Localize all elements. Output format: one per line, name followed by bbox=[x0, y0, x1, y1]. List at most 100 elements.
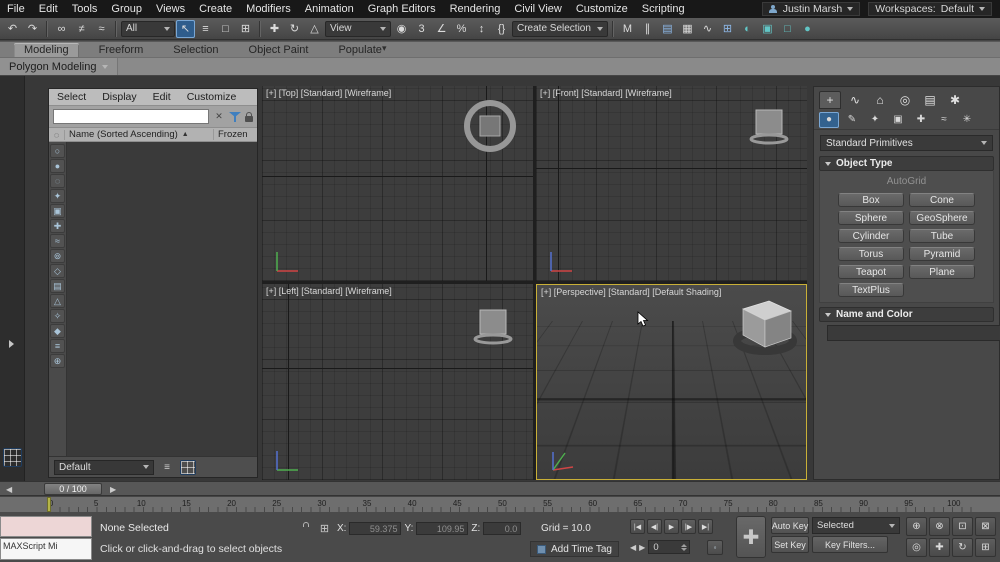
ribbon-tab[interactable]: Selection bbox=[163, 43, 228, 57]
display-spacewarps-icon[interactable]: ≈ bbox=[50, 234, 65, 248]
layer-list-icon[interactable]: ≡ bbox=[159, 460, 175, 475]
current-frame-field[interactable]: 0 bbox=[648, 540, 691, 554]
redo-icon[interactable]: ↷ bbox=[23, 20, 42, 38]
motion-tab-icon[interactable]: ◎ bbox=[894, 91, 916, 109]
absolute-mode-toggle-icon[interactable]: ⊞ bbox=[317, 521, 332, 536]
menu-item[interactable]: Modifiers bbox=[239, 0, 298, 18]
select-and-rotate-icon[interactable]: ↻ bbox=[285, 20, 304, 38]
menu-item[interactable]: Group bbox=[104, 0, 149, 18]
track-bar[interactable]: 0 5 10 15 20 25 30 35 40 45 50 55 60 65 70 75 80 85 90 95 10… bbox=[0, 497, 1000, 513]
key-mode-dropdown[interactable]: Selected bbox=[812, 517, 900, 534]
current-frame-marker[interactable] bbox=[47, 497, 51, 512]
menu-item[interactable]: Scripting bbox=[635, 0, 692, 18]
geometry-category-icon[interactable]: ● bbox=[819, 111, 839, 128]
object-type-button[interactable]: Tube bbox=[909, 229, 975, 243]
object-type-button[interactable]: Pyramid bbox=[909, 247, 975, 261]
reference-coordinate-dropdown[interactable]: View bbox=[325, 20, 391, 37]
object-type-button[interactable]: TextPlus bbox=[838, 283, 904, 297]
curve-editor-icon[interactable]: ∿ bbox=[698, 20, 717, 38]
user-account-menu[interactable]: Justin Marsh bbox=[761, 2, 861, 16]
space-warps-category-icon[interactable]: ≈ bbox=[934, 112, 954, 128]
torus-and-box-object[interactable] bbox=[458, 94, 522, 158]
display-bones-icon[interactable]: △ bbox=[50, 294, 65, 308]
filter-icon[interactable] bbox=[229, 111, 241, 123]
display-shapes-icon[interactable]: ◌ bbox=[50, 174, 65, 188]
ribbon-toggle-icon[interactable]: ▦ bbox=[678, 20, 697, 38]
render-production-icon[interactable]: ● bbox=[798, 20, 817, 38]
menu-item[interactable]: Edit bbox=[32, 0, 65, 18]
next-frame-arrow-icon[interactable]: ▶ bbox=[110, 485, 116, 494]
auto-key-button[interactable]: Auto Key bbox=[771, 517, 809, 534]
helpers-category-icon[interactable]: ✚ bbox=[911, 112, 931, 128]
previous-frame-arrow-icon[interactable]: ◀ bbox=[6, 485, 12, 494]
systems-category-icon[interactable]: ✳ bbox=[957, 112, 977, 128]
viewport-label[interactable]: [+] [Left] [Standard] [Wireframe] bbox=[266, 286, 392, 296]
percent-snap-icon[interactable]: % bbox=[452, 20, 471, 38]
clear-search-icon[interactable]: ✕ bbox=[213, 111, 225, 122]
scene-object-list[interactable] bbox=[67, 142, 257, 456]
explorer-settings-icon[interactable]: ⊕ bbox=[50, 354, 65, 368]
pan-icon[interactable]: ✚ bbox=[929, 538, 950, 557]
schematic-view-icon[interactable]: ⊞ bbox=[718, 20, 737, 38]
set-keys-button[interactable]: ✚ bbox=[736, 516, 766, 558]
menu-item[interactable]: Create bbox=[192, 0, 239, 18]
key-mode-toggle-icon[interactable]: ◦ bbox=[707, 540, 723, 555]
active-layer-dropdown[interactable]: Default bbox=[54, 459, 154, 475]
create-tab-icon[interactable]: + bbox=[819, 91, 841, 109]
menu-item[interactable]: Rendering bbox=[443, 0, 508, 18]
display-materials-icon[interactable]: ▤ bbox=[50, 279, 65, 293]
field-of-view-icon[interactable]: ◎ bbox=[906, 538, 927, 557]
spinner-arrows-icon[interactable] bbox=[681, 543, 689, 551]
zoom-icon[interactable]: ⊕ bbox=[906, 517, 927, 536]
rendered-frame-window-icon[interactable]: □ bbox=[778, 20, 797, 38]
menu-item[interactable]: Civil View bbox=[507, 0, 568, 18]
ribbon-tab[interactable]: Object Paint bbox=[239, 43, 319, 57]
display-tab-icon[interactable]: ▤ bbox=[919, 91, 941, 109]
angle-snap-icon[interactable]: ∠ bbox=[432, 20, 451, 38]
viewport-label[interactable]: [+] [Front] [Standard] [Wireframe] bbox=[540, 88, 672, 98]
lock-icon[interactable] bbox=[245, 111, 253, 122]
ribbon-tab[interactable]: Modeling bbox=[14, 43, 79, 57]
new-scene-explorer-icon[interactable] bbox=[180, 459, 196, 475]
frozen-column-header[interactable]: Frozen bbox=[213, 129, 257, 140]
add-time-tag[interactable]: Add Time Tag bbox=[530, 541, 619, 557]
time-slider-handle[interactable]: 0 / 100 bbox=[44, 483, 102, 495]
object-name-field[interactable] bbox=[827, 325, 1000, 341]
macro-recorder-field[interactable] bbox=[0, 516, 92, 537]
zoom-extents-icon[interactable]: ⊡ bbox=[952, 517, 973, 536]
object-type-button[interactable]: Torus bbox=[838, 247, 904, 261]
object-type-button[interactable]: Sphere bbox=[838, 211, 904, 225]
window-crossing-icon[interactable]: ⊞ bbox=[236, 20, 255, 38]
key-filters-button[interactable]: Key Filters... bbox=[812, 536, 888, 553]
explorer-menu-item[interactable]: Display bbox=[94, 91, 144, 103]
previous-frame-arrow-icon[interactable]: ◀ bbox=[630, 543, 636, 552]
object-type-button[interactable]: Cone bbox=[909, 193, 975, 207]
explorer-menu-item[interactable]: Customize bbox=[179, 91, 245, 103]
menu-item[interactable]: Customize bbox=[569, 0, 635, 18]
time-slider[interactable]: ◀ 0 / 100 ▶ bbox=[0, 481, 1000, 496]
menu-item[interactable]: Animation bbox=[298, 0, 361, 18]
select-and-move-icon[interactable]: ✚ bbox=[265, 20, 284, 38]
align-icon[interactable]: ∥ bbox=[638, 20, 657, 38]
menu-item[interactable]: File bbox=[0, 0, 32, 18]
play-icon[interactable]: ▶ bbox=[664, 519, 679, 534]
visibility-column-icon[interactable]: ◌ bbox=[49, 129, 65, 140]
display-cameras-icon[interactable]: ▣ bbox=[50, 204, 65, 218]
spinner-snap-icon[interactable]: ↕ bbox=[472, 20, 491, 38]
rectangular-selection-region-icon[interactable]: □ bbox=[216, 20, 235, 38]
undo-icon[interactable]: ↶ bbox=[3, 20, 22, 38]
zoom-all-icon[interactable]: ⊗ bbox=[929, 517, 950, 536]
display-containers-icon[interactable]: ✧ bbox=[50, 309, 65, 323]
y-coordinate-field[interactable]: 109.95 bbox=[416, 522, 469, 535]
viewport-left[interactable]: [+] [Left] [Standard] [Wireframe] bbox=[262, 284, 533, 480]
display-none-icon[interactable]: ○ bbox=[50, 144, 65, 158]
display-helpers-icon[interactable]: ✚ bbox=[50, 219, 65, 233]
use-pivot-center-icon[interactable]: ◉ bbox=[392, 20, 411, 38]
autogrid-checkbox[interactable]: AutoGrid bbox=[824, 176, 989, 187]
viewport-front[interactable]: [+] [Front] [Standard] [Wireframe] bbox=[536, 86, 807, 281]
maximize-viewport-icon[interactable]: ⊞ bbox=[975, 538, 996, 557]
display-lights-icon[interactable]: ✦ bbox=[50, 189, 65, 203]
select-by-name-icon[interactable]: ≡ bbox=[196, 20, 215, 38]
object-type-button[interactable]: Cylinder bbox=[838, 229, 904, 243]
named-selection-set-dropdown[interactable]: Create Selection Se bbox=[512, 20, 608, 37]
